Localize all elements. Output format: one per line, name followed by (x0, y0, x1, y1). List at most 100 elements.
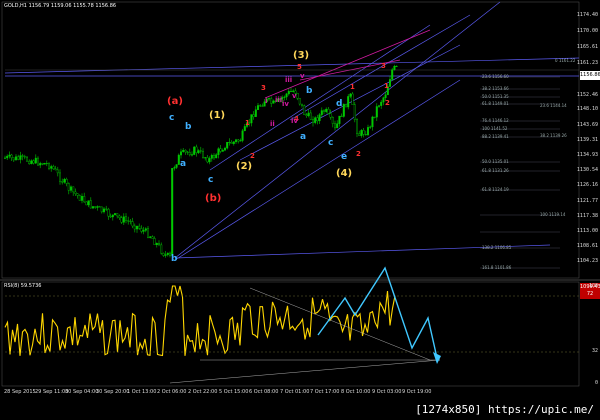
candle-body (219, 148, 222, 152)
wave-label: iv (282, 100, 289, 108)
candle-body (87, 200, 90, 206)
candle-body (371, 116, 374, 128)
candle-body (157, 242, 160, 246)
candle-body (111, 214, 114, 218)
wave-label: 1 (350, 83, 355, 91)
candle-body (312, 119, 315, 123)
candle-body (85, 201, 88, 206)
candle-body (395, 65, 398, 67)
price-candles (3, 64, 398, 258)
candle-body (65, 178, 68, 184)
candle-body (393, 66, 396, 70)
candle-body (43, 163, 46, 165)
candle-body (356, 119, 359, 134)
candle-body (98, 206, 101, 208)
candle-body (268, 98, 271, 100)
candle-body (12, 157, 15, 161)
candle-body (325, 108, 328, 112)
candle-body (127, 220, 130, 222)
ohlc-values: 1156.79 1159.06 1155.78 1156.86 (28, 3, 117, 9)
candle-body (320, 110, 323, 115)
candle-body (50, 166, 53, 169)
candle-body (360, 130, 363, 136)
wave-label: 3 (261, 84, 266, 92)
candle-body (116, 213, 119, 217)
candle-body (389, 79, 392, 87)
wave-label: c (208, 175, 214, 185)
candle-body (135, 225, 138, 230)
candle-body (323, 110, 326, 112)
candle-body (118, 215, 121, 219)
candle-body (296, 93, 299, 99)
wave-label: (4) (336, 168, 353, 179)
candle-body (89, 200, 92, 209)
candle-body (345, 103, 348, 108)
candle-body (318, 114, 321, 122)
candle-body (349, 93, 352, 97)
candle-body (155, 242, 158, 246)
candle-body (63, 178, 66, 183)
candle-body (342, 103, 345, 117)
current-price-box: 1156.86 (580, 71, 600, 80)
wave-label: d (336, 99, 343, 109)
candle-body (382, 97, 385, 103)
candle-body (234, 139, 237, 142)
candle-body (197, 150, 200, 153)
candle-body (283, 96, 286, 98)
candle-body (105, 208, 108, 210)
candle-body (153, 238, 156, 246)
candle-body (285, 93, 288, 98)
wave-label: 5 (297, 63, 302, 71)
candle-body (10, 154, 13, 159)
candle-body (331, 117, 334, 124)
candle-body (140, 228, 143, 232)
candle-body (254, 109, 257, 117)
candle-body (124, 216, 127, 221)
candle-body (129, 220, 132, 222)
wave-label: (3) (293, 50, 310, 61)
chart-window[interactable]: GOLD,H1 1156.79 1159.06 1155.78 1156.86 … (0, 0, 600, 420)
wave-label: 1 (245, 119, 250, 127)
candle-body (41, 163, 44, 165)
candle-body (184, 149, 187, 153)
candle-body (340, 115, 343, 117)
wave-label: 2 (385, 99, 390, 107)
candle-body (380, 101, 383, 106)
candle-body (199, 150, 202, 152)
candle-body (160, 244, 163, 254)
candle-body (223, 147, 226, 151)
candle-body (230, 142, 233, 144)
candle-body (373, 116, 376, 118)
candle-body (6, 155, 9, 159)
candle-body (259, 105, 262, 107)
candle-body (164, 254, 167, 256)
candle-body (182, 149, 185, 152)
candle-body (257, 105, 260, 110)
candle-body (221, 149, 224, 152)
candle-body (364, 134, 367, 136)
candle-body (102, 208, 105, 213)
candle-body (362, 130, 365, 135)
candle-body (201, 150, 204, 158)
candle-body (83, 196, 86, 203)
candle-body (314, 117, 317, 123)
candle-body (307, 112, 310, 116)
candle-body (91, 206, 94, 209)
candle-body (39, 163, 42, 166)
candle-body (138, 225, 141, 229)
wave-label: 2 (250, 152, 255, 160)
watermark: [1274x850] https://upic.me/ (413, 403, 596, 416)
candle-body (28, 160, 31, 165)
wave-label: i (265, 97, 268, 105)
candle-body (23, 156, 26, 158)
candle-body (131, 221, 134, 227)
candle-body (327, 108, 330, 114)
candle-body (303, 105, 306, 115)
candle-body (120, 217, 123, 223)
accent-lines (264, 29, 431, 99)
candle-body (61, 181, 64, 183)
wave-label: e (341, 152, 348, 162)
candle-body (353, 104, 356, 120)
candle-body (146, 228, 149, 238)
candle-body (173, 167, 176, 169)
